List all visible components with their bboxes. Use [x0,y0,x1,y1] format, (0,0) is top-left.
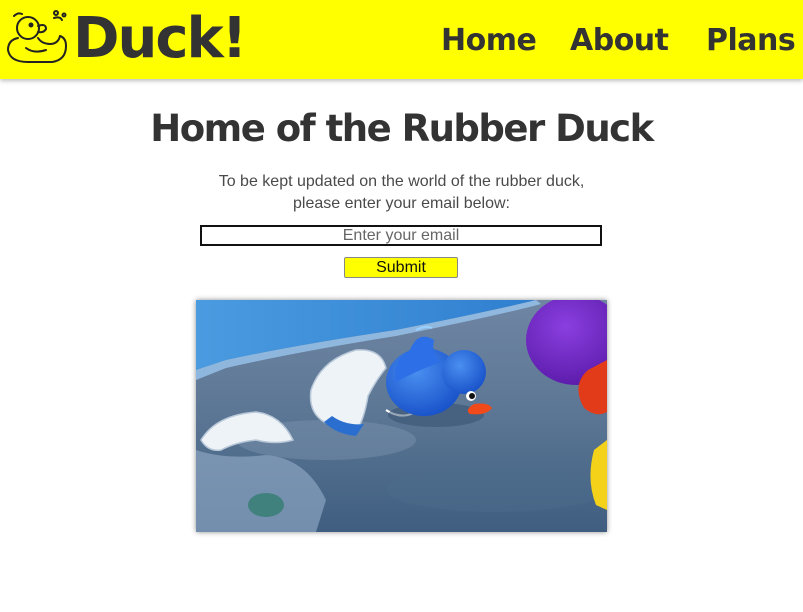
intro-text: To be kept updated on the world of the r… [0,171,803,215]
site-header: Duck! Home About Plans [0,0,803,79]
rubber-duck-logo-icon[interactable] [4,10,70,66]
nav-about-link[interactable]: About [570,19,669,63]
rubber-duck-video[interactable] [196,300,607,532]
email-input[interactable] [200,225,602,246]
nav-home-link[interactable]: Home [441,19,537,63]
page-title: Home of the Rubber Duck [150,107,654,150]
nav-plans-link[interactable]: Plans [706,19,796,63]
intro-line-2: please enter your email below: [292,195,510,212]
submit-button[interactable]: Submit [344,257,458,278]
intro-line-1: To be kept updated on the world of the r… [218,173,585,190]
brand-logo-text[interactable]: Duck! [73,3,247,75]
